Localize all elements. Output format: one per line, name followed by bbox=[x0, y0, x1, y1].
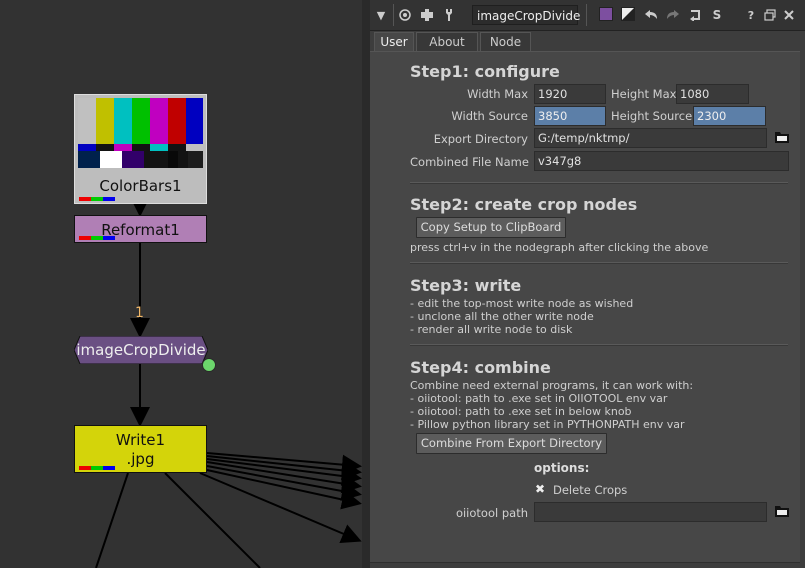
tab-node[interactable]: Node bbox=[480, 32, 531, 51]
step4-line: - Pillow python library set in PYTHONPAT… bbox=[410, 418, 685, 431]
step3-line: - edit the top-most write node as wished bbox=[410, 297, 634, 310]
connection-write-out-8 bbox=[164, 472, 261, 568]
height-source-field[interactable]: 2300 bbox=[693, 106, 766, 126]
channel-indicator bbox=[79, 236, 115, 240]
reformat-node[interactable]: Reformat1 bbox=[74, 215, 207, 243]
height-max-field[interactable]: 1080 bbox=[676, 84, 749, 104]
copy-setup-button[interactable]: Copy Setup to ClipBoard bbox=[416, 217, 566, 238]
channel-indicator bbox=[79, 197, 115, 201]
tab-user[interactable]: User bbox=[374, 32, 414, 51]
node-graph[interactable]: ColorBars1 Reformat1 1 imageCropDivide W… bbox=[0, 0, 362, 568]
tab-about[interactable]: About bbox=[416, 32, 478, 51]
node-graph-icon[interactable] bbox=[418, 6, 436, 24]
tile-color-swatch[interactable] bbox=[599, 7, 613, 21]
folder-icon[interactable] bbox=[775, 131, 789, 143]
node-name-field[interactable]: imageCropDivide bbox=[472, 5, 580, 25]
channel-indicator bbox=[79, 466, 115, 470]
panel-titlebar: ▼ imageCropDivide S ? bbox=[370, 0, 805, 31]
step3-line: - unclone all the other write node bbox=[410, 310, 594, 323]
width-max-field[interactable]: 1920 bbox=[534, 84, 606, 104]
oiiotool-path-field[interactable] bbox=[534, 502, 767, 522]
export-directory-field[interactable]: G:/temp/nktmp/ bbox=[534, 128, 767, 148]
delete-crops-label: Delete Crops bbox=[553, 483, 628, 497]
combine-button[interactable]: Combine From Export Directory bbox=[416, 433, 607, 454]
divider bbox=[410, 182, 788, 184]
combined-file-name-field[interactable]: v347g8 bbox=[534, 151, 789, 171]
step4-line: - oiiotool: path to .exe set in below kn… bbox=[410, 405, 632, 418]
divider bbox=[410, 344, 788, 346]
divider bbox=[410, 262, 788, 264]
step4-heading: Step4: combine bbox=[410, 358, 551, 377]
height-max-label: Height Max bbox=[611, 87, 677, 101]
step4-line: Combine need external programs, it can w… bbox=[410, 379, 694, 392]
height-source-label: Height Source bbox=[611, 109, 693, 123]
connection-write-out-9 bbox=[95, 472, 129, 568]
step3-line: - render all write node to disk bbox=[410, 323, 573, 336]
redo-icon[interactable] bbox=[664, 6, 682, 24]
step4-line: - oiiotool: path to .exe set in OIIOTOOL… bbox=[410, 392, 668, 405]
combined-file-name-label: Combined File Name bbox=[410, 155, 529, 169]
tab-bar: User About Node bbox=[370, 31, 805, 51]
user-tab-content: Step1: configure Width Max 1920 Height M… bbox=[370, 51, 800, 563]
colorbars-label: ColorBars1 bbox=[99, 177, 182, 195]
float-panel-icon[interactable] bbox=[761, 6, 779, 24]
oiiotool-path-label: oiiotool path bbox=[455, 506, 528, 520]
step3-heading: Step3: write bbox=[410, 276, 522, 295]
close-icon[interactable] bbox=[780, 6, 798, 24]
width-source-field[interactable]: 3850 bbox=[534, 106, 606, 126]
write-label: Write1 bbox=[115, 431, 166, 449]
input-number-label: 1 bbox=[135, 305, 144, 321]
undo-icon[interactable] bbox=[642, 6, 660, 24]
font-color-swatch[interactable] bbox=[621, 7, 635, 21]
folder-icon[interactable] bbox=[775, 505, 789, 517]
colorbars-node[interactable]: ColorBars1 bbox=[74, 94, 207, 204]
node-connections bbox=[95, 197, 362, 568]
width-max-label: Width Max bbox=[467, 87, 528, 101]
properties-panel: ▼ imageCropDivide S ? User About Node St… bbox=[370, 0, 805, 568]
colorbars-thumbnail bbox=[78, 98, 203, 168]
help-icon[interactable]: ? bbox=[742, 6, 760, 24]
revert-icon[interactable] bbox=[686, 6, 704, 24]
write-node[interactable]: Write1 .jpg bbox=[74, 425, 207, 473]
imagecropdivide-label: imageCropDivide bbox=[76, 341, 206, 359]
width-source-label: Width Source bbox=[451, 109, 528, 123]
options-label: options: bbox=[534, 461, 590, 475]
delete-crops-checkbox[interactable]: ✖ bbox=[535, 482, 545, 496]
panel-splitter[interactable] bbox=[362, 0, 370, 568]
center-node-icon[interactable] bbox=[396, 6, 414, 24]
script-icon[interactable]: S bbox=[708, 6, 726, 24]
step1-heading: Step1: configure bbox=[410, 62, 560, 81]
step2-note: press ctrl+v in the nodegraph after clic… bbox=[410, 241, 709, 254]
node-status-icon bbox=[202, 358, 216, 372]
export-directory-label: Export Directory bbox=[433, 132, 528, 146]
collapse-icon[interactable]: ▼ bbox=[372, 6, 390, 24]
wrench-icon[interactable] bbox=[440, 6, 458, 24]
imagecropdivide-node[interactable]: imageCropDivide bbox=[74, 336, 216, 372]
step2-heading: Step2: create crop nodes bbox=[410, 195, 638, 214]
